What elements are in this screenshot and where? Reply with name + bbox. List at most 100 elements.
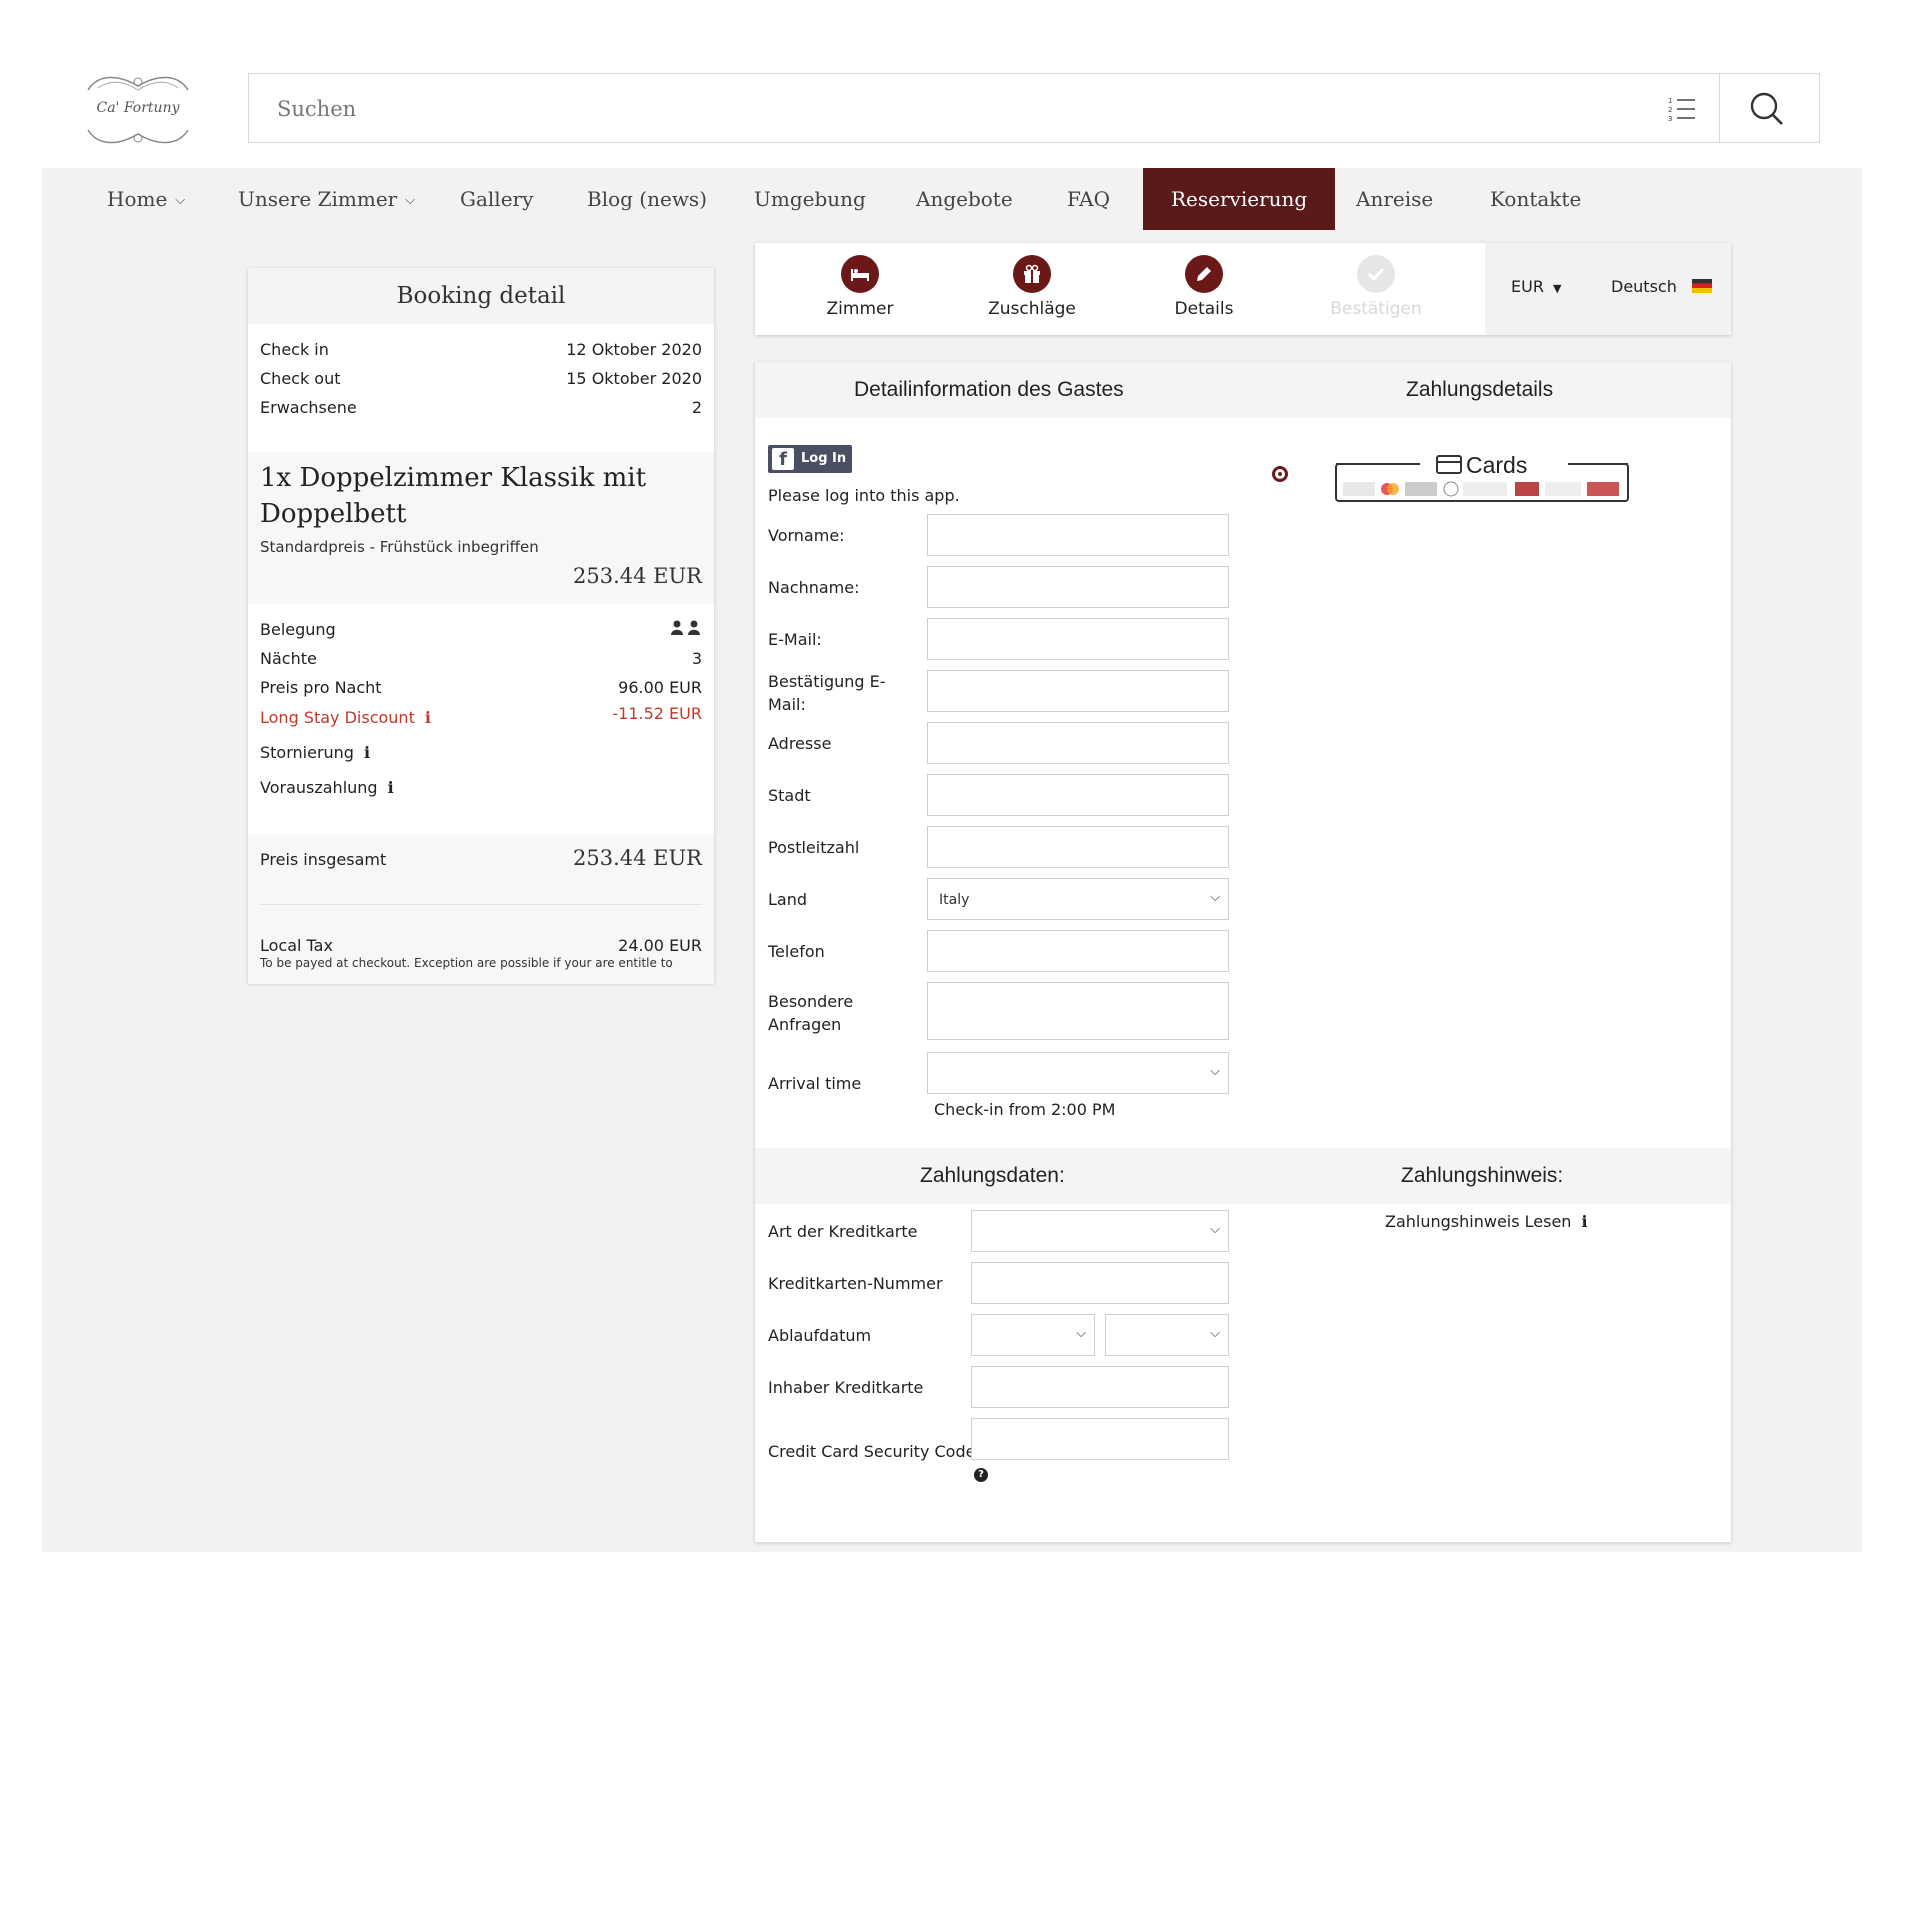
- city-label: Stadt: [768, 786, 811, 805]
- language-select[interactable]: Deutsch: [1611, 277, 1712, 296]
- email-label: E-Mail:: [768, 630, 822, 649]
- address-input[interactable]: [927, 722, 1229, 764]
- facebook-icon: f: [772, 448, 794, 470]
- nav-gallery[interactable]: Gallery: [460, 168, 533, 230]
- room-title: 1x Doppelzimmer Klassik mit Doppelbett: [260, 463, 647, 529]
- nights-row: Nächte 3: [260, 649, 702, 668]
- country-label: Land: [768, 890, 808, 909]
- nav-faq[interactable]: FAQ: [1067, 168, 1110, 230]
- step-extras[interactable]: Zuschläge: [972, 255, 1092, 319]
- nav-reservation[interactable]: Reservierung: [1143, 168, 1336, 230]
- country-value: Italy: [939, 892, 970, 908]
- gift-icon: [1013, 255, 1051, 293]
- nav-surroundings[interactable]: Umgebung: [754, 168, 866, 230]
- chevron-down-icon: ⌵: [405, 193, 416, 208]
- nav-home[interactable]: Home ⌵: [107, 168, 185, 230]
- form-header: Detailinformation des Gastes Zahlungsdet…: [755, 362, 1731, 418]
- check-in-row: Check in 12 Oktober 2020: [260, 340, 702, 359]
- payment-note-title: Zahlungshinweis:: [1401, 1164, 1564, 1187]
- facebook-login-button[interactable]: f Log In: [768, 445, 852, 473]
- cc-cvc-input[interactable]: [971, 1418, 1229, 1460]
- info-icon[interactable]: i: [425, 708, 431, 727]
- check-icon: [1357, 255, 1395, 293]
- search-icon[interactable]: [1749, 91, 1785, 127]
- cc-expiry-year-select[interactable]: ⌵: [1105, 1314, 1229, 1356]
- check-out-row: Check out 15 Oktober 2020: [260, 369, 702, 388]
- arrival-time-select[interactable]: ⌵: [927, 1052, 1229, 1094]
- prepayment-row: Vorauszahlung i: [260, 778, 702, 797]
- phone-input[interactable]: [927, 930, 1229, 972]
- local-tax-note: To be payed at checkout. Exception are p…: [260, 956, 673, 970]
- cc-holder-input[interactable]: [971, 1366, 1229, 1408]
- logo-text: Ca' Fortuny: [96, 100, 180, 116]
- email-confirm-input[interactable]: [927, 670, 1229, 712]
- language-value: Deutsch: [1611, 277, 1677, 296]
- first-name-label: Vorname:: [768, 526, 845, 545]
- total-label: Preis insgesamt: [260, 850, 387, 869]
- room-rate: Standardpreis - Frühstück inbegriffen: [260, 538, 539, 556]
- info-icon: i: [1581, 1212, 1588, 1231]
- persons-icon: [670, 620, 702, 640]
- total-block: Preis insgesamt 253.44 EUR Local Tax 24.…: [248, 834, 714, 984]
- caret-down-icon: ▼: [1553, 282, 1562, 295]
- price-per-night-value: 96.00 EUR: [618, 678, 702, 697]
- country-select[interactable]: Italy ⌵: [927, 878, 1229, 920]
- nights-value: 3: [691, 649, 702, 668]
- step-rooms[interactable]: Zimmer: [800, 255, 920, 319]
- search-input[interactable]: [275, 90, 1579, 128]
- nav-home-label: Home: [107, 187, 168, 211]
- info-icon[interactable]: i: [364, 743, 370, 762]
- step-details[interactable]: Details: [1144, 255, 1264, 319]
- info-icon[interactable]: i: [388, 778, 394, 797]
- zip-label: Postleitzahl: [768, 838, 860, 857]
- chevron-down-icon: ⌵: [175, 193, 186, 208]
- nights-label: Nächte: [260, 649, 317, 668]
- price-per-night-row: Preis pro Nacht 96.00 EUR: [260, 678, 702, 697]
- discount-value: -11.52 EUR: [612, 704, 702, 723]
- cc-number-label: Kreditkarten-Nummer: [768, 1274, 943, 1293]
- step-label: Zuschläge: [988, 299, 1076, 319]
- city-input[interactable]: [927, 774, 1229, 816]
- zip-input[interactable]: [927, 826, 1229, 868]
- hotel-logo[interactable]: Ca' Fortuny: [78, 68, 198, 150]
- cc-number-input[interactable]: [971, 1262, 1229, 1304]
- last-name-input[interactable]: [927, 566, 1229, 608]
- room-price: 253.44 EUR: [573, 564, 702, 588]
- bed-icon: [841, 255, 879, 293]
- address-label: Adresse: [768, 734, 832, 753]
- list-icon[interactable]: 1 2 3: [1667, 94, 1697, 124]
- step-label: Details: [1174, 299, 1234, 319]
- payment-details-title: Zahlungsdetails: [1406, 378, 1554, 401]
- cc-type-label: Art der Kreditkarte: [768, 1222, 918, 1241]
- booking-title: Booking detail: [248, 268, 714, 324]
- guest-details-title: Detailinformation des Gastes: [854, 378, 1124, 401]
- divider: [260, 904, 702, 905]
- cc-expiry-month-select[interactable]: ⌵: [971, 1314, 1095, 1356]
- main-nav: Home ⌵ Unsere Zimmer ⌵ Gallery Blog (news)…: [42, 168, 1862, 230]
- currency-select[interactable]: EUR ▼: [1511, 277, 1562, 296]
- cards-logo[interactable]: Cards: [1335, 452, 1631, 502]
- nav-rooms[interactable]: Unsere Zimmer ⌵: [238, 168, 415, 230]
- special-requests-textarea[interactable]: [927, 982, 1229, 1040]
- room-block: 1x Doppelzimmer Klassik mit Doppelbett S…: [248, 452, 714, 604]
- cards-radio[interactable]: [1272, 466, 1288, 482]
- local-tax-row: Local Tax 24.00 EUR: [260, 936, 702, 955]
- occupancy-label: Belegung: [260, 620, 336, 639]
- search-divider: [1719, 74, 1720, 142]
- step-confirm: Bestätigen: [1316, 255, 1436, 319]
- nav-blog[interactable]: Blog (news): [587, 168, 707, 230]
- question-icon[interactable]: ?: [974, 1468, 988, 1482]
- phone-label: Telefon: [768, 942, 825, 961]
- payment-data-title: Zahlungsdaten:: [920, 1164, 1065, 1187]
- nav-contacts[interactable]: Kontakte: [1490, 168, 1581, 230]
- login-prompt: Please log into this app.: [768, 486, 960, 505]
- nav-arrival[interactable]: Anreise: [1356, 168, 1433, 230]
- prepayment-label: Vorauszahlung: [260, 778, 378, 797]
- email-input[interactable]: [927, 618, 1229, 660]
- cc-type-select[interactable]: ⌵: [971, 1210, 1229, 1252]
- nav-offers[interactable]: Angebote: [916, 168, 1013, 230]
- check-out-value: 15 Oktober 2020: [566, 369, 702, 388]
- cards-label: Cards: [1466, 452, 1528, 478]
- first-name-input[interactable]: [927, 514, 1229, 556]
- payment-note-link[interactable]: Zahlungshinweis Lesen i: [1385, 1212, 1588, 1231]
